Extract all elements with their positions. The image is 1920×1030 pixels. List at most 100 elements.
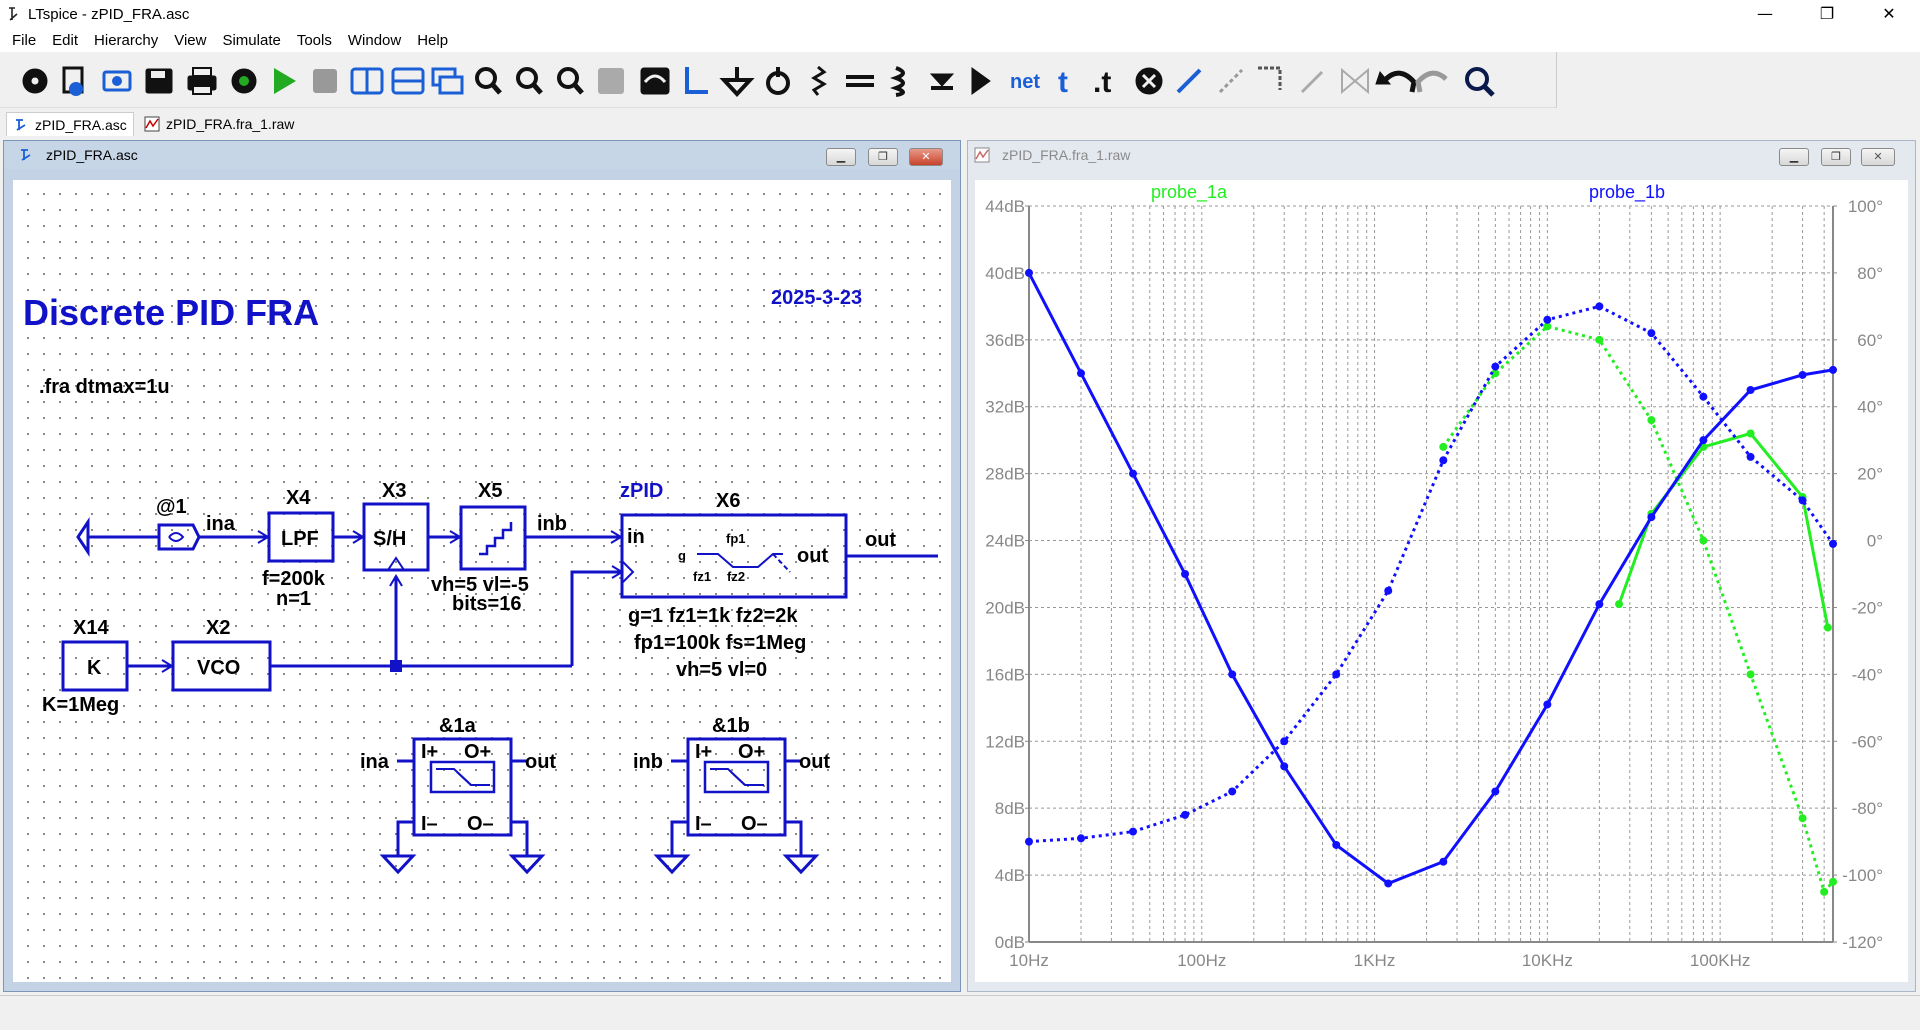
schematic-minimize-button[interactable]: ▁ — [826, 148, 856, 166]
control-panel-icon[interactable] — [231, 68, 257, 94]
save-icon[interactable] — [145, 68, 173, 94]
zoom-in-icon[interactable] — [475, 67, 502, 95]
component-icon[interactable] — [971, 67, 991, 95]
menu-window[interactable]: Window — [340, 32, 409, 49]
sh-ref: X3 — [382, 480, 406, 502]
k-ref: X14 — [73, 617, 109, 639]
schematic-restore-button[interactable]: ❐ — [868, 148, 898, 166]
menu-simulate[interactable]: Simulate — [214, 32, 288, 49]
legend-probe-1b[interactable]: probe_1b — [1589, 182, 1665, 203]
close-button[interactable]: ✕ — [1866, 0, 1912, 28]
diode-icon[interactable] — [929, 73, 955, 90]
y-right-tick-label: -100° — [1842, 866, 1883, 885]
schematic-canvas[interactable]: Discrete PID FRA 2025-3-23 .fra dtmax=1u… — [13, 180, 951, 982]
y-left-tick-label: 4dB — [995, 866, 1025, 885]
x-tick-label: 10KHz — [1522, 951, 1573, 970]
net-label-icon[interactable]: net — [1010, 71, 1040, 93]
legend-probe-1a[interactable]: probe_1a — [1151, 182, 1228, 203]
schematic-heading[interactable]: Discrete PID FRA — [23, 292, 319, 333]
wire-icon[interactable] — [685, 67, 708, 94]
schematic-window-title: zPID_FRA.asc — [46, 147, 138, 163]
y-right-tick-label: -120° — [1842, 933, 1883, 952]
stop-icon[interactable] — [313, 69, 337, 93]
zoom-back-icon[interactable] — [598, 68, 624, 94]
autorange-icon[interactable] — [640, 67, 670, 95]
vco-label: VCO — [197, 657, 240, 679]
probe-1a-ref: &1a — [439, 715, 477, 737]
tile-vertical-icon[interactable] — [350, 67, 384, 95]
menu-edit[interactable]: Edit — [44, 32, 86, 49]
quantizer-block[interactable] — [459, 505, 527, 571]
y-left-tick-label: 36dB — [985, 331, 1025, 350]
menu-view[interactable]: View — [166, 32, 214, 49]
net-out-label: out — [865, 529, 896, 551]
waveform-restore-button[interactable]: ❐ — [1821, 148, 1851, 166]
y-right-tick-label: 100° — [1848, 197, 1883, 216]
spice-directive-icon[interactable]: .t — [1093, 66, 1111, 99]
lpf-label: LPF — [281, 528, 319, 550]
series-line-probe_1a-phase — [1442, 324, 1835, 895]
k-param: K=1Meg — [42, 694, 119, 716]
zoom-fit-icon[interactable] — [557, 67, 584, 95]
minimize-button[interactable]: — — [1742, 0, 1788, 28]
schematic-close-button[interactable]: ✕ — [909, 148, 943, 166]
data-point-probe_1b — [1077, 834, 1086, 843]
probe-1a-out-net: out — [525, 751, 556, 773]
data-point-probe_1a — [1820, 887, 1829, 896]
menu-hierarchy[interactable]: Hierarchy — [86, 32, 166, 49]
menu-file[interactable]: File — [4, 32, 44, 49]
data-point-probe_1a — [1746, 429, 1755, 438]
menu-help[interactable]: Help — [409, 32, 456, 49]
probe-1a-im: I– — [421, 813, 438, 835]
fra-directive[interactable]: .fra dtmax=1u — [39, 376, 170, 398]
capacitor-icon[interactable] — [846, 75, 874, 87]
label-net-icon[interactable] — [766, 67, 790, 95]
data-point-probe_1b — [1647, 329, 1656, 338]
waveform-close-button[interactable]: ✕ — [1861, 148, 1895, 166]
x-tick-label: 100KHz — [1690, 951, 1750, 970]
drag-icon[interactable] — [1218, 68, 1244, 94]
data-point-probe_1b — [1129, 469, 1138, 478]
flip-icon[interactable] — [1341, 67, 1369, 95]
y-right-tick-label: 20° — [1857, 465, 1883, 484]
signal-source-symbol[interactable] — [157, 523, 201, 551]
data-point-probe_1a — [1746, 670, 1755, 679]
waveform-minimize-button[interactable]: ▁ — [1779, 148, 1809, 166]
tab-schematic[interactable]: zPID_FRA.asc — [6, 112, 134, 136]
y-left-tick-label: 16dB — [985, 665, 1025, 684]
new-schematic-icon[interactable] — [62, 66, 84, 96]
schematic-icon — [16, 118, 26, 131]
print-icon[interactable] — [187, 67, 217, 95]
tab-waveform[interactable]: zPID_FRA.fra_1.raw — [138, 112, 300, 136]
undo-icon[interactable] — [1375, 70, 1417, 93]
zoom-out-icon[interactable] — [516, 67, 543, 95]
ground-icon[interactable] — [719, 67, 755, 97]
tile-horizontal-icon[interactable] — [391, 67, 425, 95]
cascade-icon[interactable] — [431, 67, 464, 95]
maximize-button[interactable]: ❐ — [1804, 0, 1850, 28]
resistor-icon[interactable] — [811, 65, 827, 96]
schematic-window-titlebar[interactable]: zPID_FRA.asc ▁ ❐ ✕ — [4, 141, 960, 169]
find-icon[interactable] — [1465, 67, 1495, 97]
y-right-tick-label: 60° — [1857, 331, 1883, 350]
waveform-window-titlebar[interactable]: zPID_FRA.fra_1.raw ▁ ❐ ✕ — [968, 141, 1915, 169]
wire-junction — [390, 660, 402, 672]
text-icon[interactable]: t — [1058, 66, 1068, 99]
quantizer-ref: X5 — [478, 480, 502, 502]
move-icon[interactable] — [1176, 68, 1202, 94]
mirror-icon[interactable] — [1300, 70, 1324, 94]
delete-icon[interactable] — [1135, 67, 1163, 95]
redo-icon[interactable] — [1415, 70, 1448, 93]
probe-1a-op: O+ — [464, 741, 491, 763]
x-tick-label: 10Hz — [1009, 951, 1049, 970]
schematic-date[interactable]: 2025-3-23 — [771, 287, 862, 309]
input-port[interactable] — [76, 517, 90, 557]
open-icon[interactable] — [102, 70, 132, 92]
menu-tools[interactable]: Tools — [289, 32, 340, 49]
inductor-icon[interactable] — [890, 66, 905, 97]
run-icon[interactable] — [274, 68, 296, 94]
waveform-plot[interactable]: 44dB 100° 40dB 80° 36dB 60° 32dB 40° 28dB 20° 24dB… — [975, 180, 1908, 982]
waveform-icon — [144, 116, 160, 132]
rotate-icon[interactable] — [1258, 66, 1282, 90]
settings-gear-icon[interactable] — [22, 68, 48, 94]
